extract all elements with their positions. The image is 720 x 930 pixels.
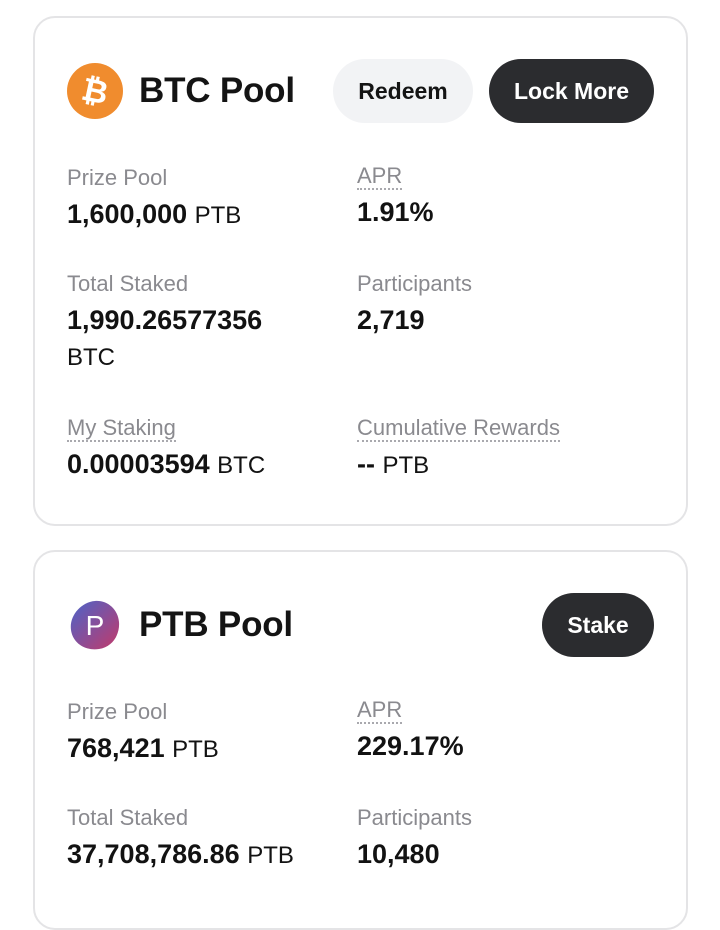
prize-pool-unit: PTB [172, 736, 219, 763]
total-staked-stat: Total Staked 1,990.26577356 BTC [67, 270, 262, 376]
my-staking-stat: My Staking 0.00003594 BTC [67, 416, 265, 484]
redeem-button[interactable]: Redeem [333, 59, 473, 123]
prize-pool-unit: PTB [194, 202, 242, 229]
participants-value: 10,480 [357, 839, 440, 869]
stat-label: Total Staked [67, 271, 189, 296]
total-staked-value: 37,708,786.86 [67, 839, 240, 869]
my-staking-unit: BTC [217, 452, 266, 479]
ptb-token-icon: P [67, 597, 123, 653]
btc-pool-card: ₿ BTC Pool Redeem Lock More Prize Pool 1… [33, 16, 688, 526]
participants-value: 2,719 [357, 305, 425, 335]
total-staked-stat: Total Staked 37,708,786.86 PTB [67, 804, 294, 874]
stat-label: Participants [357, 805, 472, 830]
apr-value: 1.91% [357, 197, 434, 227]
my-staking-label[interactable]: My Staking [67, 416, 176, 442]
btc-pool-header: ₿ BTC Pool Redeem Lock More [67, 58, 654, 124]
btc-pool-actions: Redeem Lock More [333, 59, 654, 123]
apr-stat: APR 1.91% [357, 164, 434, 230]
stat-value: 768,421 PTB [67, 730, 219, 768]
lock-more-button[interactable]: Lock More [489, 59, 654, 123]
apr-label[interactable]: APR [357, 164, 403, 190]
cumulative-rewards-stat: Cumulative Rewards -- PTB [357, 416, 560, 484]
stake-button[interactable]: Stake [542, 593, 654, 657]
cumulative-rewards-label[interactable]: Cumulative Rewards [357, 416, 560, 442]
bitcoin-icon: ₿ [67, 63, 123, 119]
pool-title: BTC Pool [139, 71, 295, 110]
prize-pool-value: 1,600,000 [67, 199, 188, 229]
stat-label: Participants [357, 271, 472, 296]
apr-value: 229.17% [357, 731, 464, 761]
pool-title: PTB Pool [139, 605, 293, 644]
stat-value: 0.00003594 BTC [67, 446, 265, 484]
stat-label: Prize Pool [67, 165, 168, 190]
participants-stat: Participants 2,719 [357, 270, 472, 338]
cumulative-rewards-value: -- [357, 449, 375, 479]
svg-text:P: P [86, 610, 105, 641]
total-staked-unit: PTB [247, 842, 294, 869]
stat-value: 37,708,786.86 PTB [67, 836, 294, 874]
stat-value: -- PTB [357, 446, 560, 484]
participants-stat: Participants 10,480 [357, 804, 472, 872]
prize-pool-stat: Prize Pool 768,421 PTB [67, 698, 219, 768]
apr-stat: APR 229.17% [357, 698, 464, 764]
cumulative-rewards-unit: PTB [382, 452, 430, 479]
total-staked-value: 1,990.26577356 [67, 305, 263, 335]
stat-label: Prize Pool [67, 699, 168, 724]
ptb-pool-header: P PTB Pool Stake [67, 592, 654, 658]
stat-label: Total Staked [67, 805, 189, 830]
stat-value: 1,600,000 PTB [67, 196, 241, 234]
my-staking-value: 0.00003594 [67, 449, 210, 479]
prize-pool-stat: Prize Pool 1,600,000 PTB [67, 164, 241, 234]
ptb-pool-card: P PTB Pool Stake Prize Pool 768,421 PTB … [33, 550, 688, 930]
apr-label[interactable]: APR [357, 698, 403, 724]
ptb-pool-actions: Stake [542, 593, 654, 657]
total-staked-unit: BTC [67, 344, 115, 371]
stat-value: 1,990.26577356 BTC [67, 302, 262, 376]
prize-pool-value: 768,421 [67, 733, 165, 763]
